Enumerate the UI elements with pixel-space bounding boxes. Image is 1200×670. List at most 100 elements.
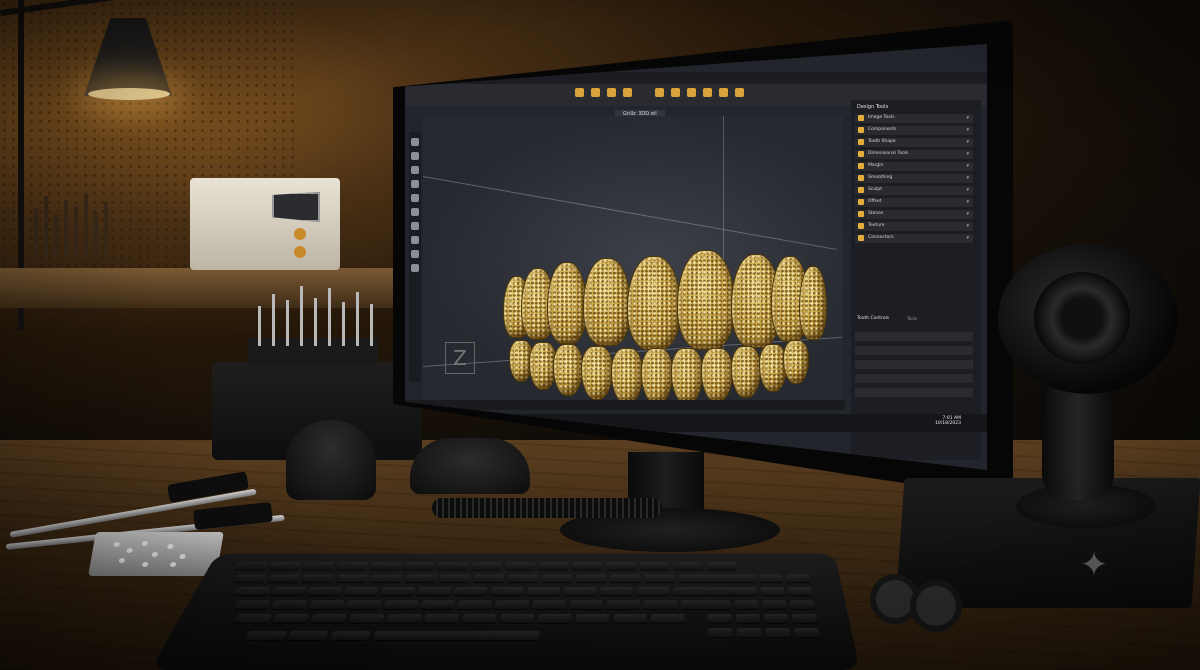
keyboard-key [269,587,307,596]
panel-row-label: Margin [868,163,884,168]
keyboard-key [599,587,634,596]
keyboard-key [379,587,416,596]
panel-row-tooth-shape[interactable]: Tooth Shape ▾ [855,138,973,147]
keyboard-key [504,561,536,570]
numpad-key [787,587,813,596]
panel-row-label: Dimensional Tools [868,151,909,156]
numpad-key [735,613,761,623]
numpad-key [707,627,734,638]
layers-icon [858,115,864,121]
3d-viewport[interactable]: Z ᔕ [422,116,843,406]
ribbon-tool-icon[interactable] [655,88,664,97]
keyboard-key [233,587,271,596]
control-row[interactable] [855,332,973,341]
tooth-icon [858,139,864,145]
keyboard-key [563,587,597,596]
numpad-key [707,613,733,623]
ribbon-tool-icon[interactable] [607,88,616,97]
machine-display [272,192,320,222]
keyboard-key [244,630,288,641]
keyboard [150,553,860,670]
keyboard-key [438,574,472,583]
numpad-key [705,574,730,583]
select-tool-icon[interactable] [411,138,419,146]
keyboard-key [461,613,498,623]
machine-knob [294,228,306,240]
panel-row-stones[interactable]: Stones ▾ [855,210,973,219]
ribbon-tool-icon[interactable] [687,88,696,97]
panel-row-dimensional-tools[interactable]: Dimensional Tools ▾ [855,150,973,159]
control-row[interactable] [855,388,973,397]
numpad-key [791,613,818,623]
keyboard-key [672,561,704,570]
move-tool-icon[interactable] [411,152,419,160]
zoom-tool-icon[interactable] [411,180,419,188]
cube-icon [858,127,864,133]
keyboard-key [574,613,610,623]
numpad-key [731,574,757,583]
keyboard-key [568,600,604,610]
keyboard-key [650,613,685,623]
upper-tooth [627,256,681,350]
smooth-tool-icon[interactable] [411,222,419,230]
sparkle-watermark-icon: ✦ [1079,545,1109,585]
panel-row-sculpt[interactable]: Sculpt ▾ [855,186,973,195]
numpad-key [758,574,784,583]
cut-tool-icon[interactable] [411,236,419,244]
ribbon-tool-icon[interactable] [671,88,680,97]
panel-row-components[interactable]: Components ▾ [855,126,973,135]
panel-row-image-tools[interactable]: Image Tools ▾ [855,114,973,123]
keyboard-key [233,600,272,610]
paint-tool-icon[interactable] [411,250,419,258]
keyboard-key [526,587,561,596]
upper-tooth [547,262,587,344]
rotate-tool-icon[interactable] [411,166,419,174]
lower-tooth [611,348,643,404]
chevron-down-icon: ▾ [966,139,969,145]
chevron-down-icon: ▾ [966,223,969,229]
design-tools-panel: Design Tools Image Tools ▾ Components ▾ To… [851,100,981,460]
keyboard-key [571,561,603,570]
layer-tool-icon[interactable] [411,264,419,272]
link-icon [858,235,864,241]
ribbon-tool-icon[interactable] [591,88,600,97]
keyboard-key [267,561,302,570]
keyboard-key [636,587,670,596]
keyboard-key [385,613,423,623]
ribbon-tool-icon[interactable] [623,88,632,97]
control-row[interactable] [855,360,973,369]
lower-tooth [671,348,703,404]
tab-tools[interactable]: Tools [907,316,917,321]
keyboard-key [369,561,403,570]
numpad-key [760,587,786,596]
control-row[interactable] [855,346,973,355]
ribbon-tool-icon[interactable] [703,88,712,97]
panel-row-smoothing[interactable]: Smoothing ▾ [855,174,973,183]
panel-row-label: Offset [868,199,882,204]
panel-row-label: Connectors [868,235,894,240]
keyboard-key [453,587,489,596]
keyboard-key [414,630,456,641]
keyboard-key [541,574,573,583]
panel-row-texture[interactable]: Texture ▾ [855,222,973,231]
keyboard-key [335,561,369,570]
ribbon-tool-icon[interactable] [719,88,728,97]
panel-row-label: Sculpt [868,187,883,192]
keyboard-key [301,561,336,570]
panel-row-margin[interactable]: Margin ▾ [855,162,973,171]
ribbon-tool-icon[interactable] [735,88,744,97]
keyboard-key [609,574,641,583]
sculpt-tool-icon[interactable] [411,208,419,216]
measure-tool-icon[interactable] [411,194,419,202]
panel-row-offset[interactable]: Offset ▾ [855,198,973,207]
numpad-key [734,600,760,610]
smooth-icon [858,175,864,181]
panel-row-label: Components [868,127,897,132]
taskbar-clock[interactable]: 7:01 AM 10/18/2023 [935,416,961,426]
keyboard-key [612,613,648,623]
keyboard-key [499,613,535,623]
status-bar [405,400,845,410]
panel-row-connectors[interactable]: Connectors ▾ [855,234,973,243]
control-row[interactable] [855,374,973,383]
ribbon-tool-icon[interactable] [575,88,584,97]
